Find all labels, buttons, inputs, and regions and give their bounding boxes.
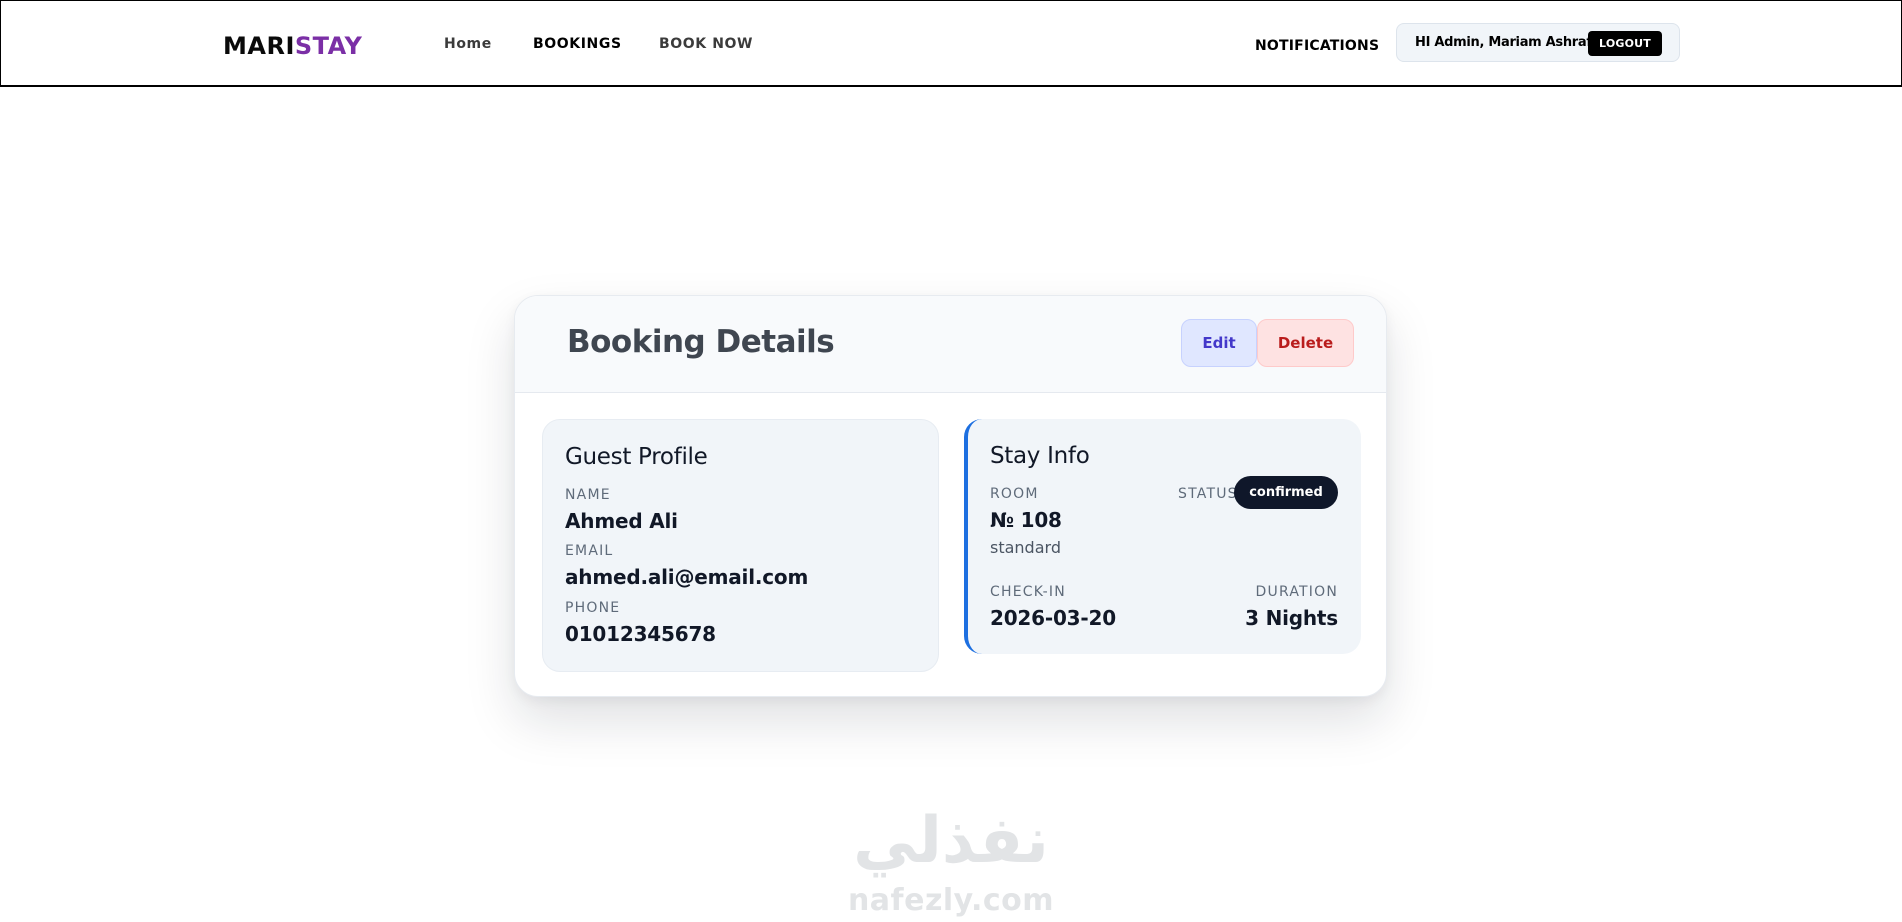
logout-button[interactable]: LOGOUT [1588, 31, 1662, 56]
duration-value: 3 Nights [1245, 606, 1338, 630]
watermark-arabic-text: نفذلي [853, 804, 1049, 878]
user-menu: HI Admin, Mariam Ashraf LOGOUT [1396, 23, 1680, 62]
email-label: EMAIL [565, 543, 614, 559]
name-label: NAME [565, 487, 611, 503]
guest-name: Ahmed Ali [565, 509, 678, 533]
logo-text-stay: STAY [294, 32, 363, 60]
status-badge: confirmed [1234, 476, 1338, 509]
status-label: STATUS [1178, 486, 1238, 502]
nafezly-watermark: نفذلي nafezly.com [843, 806, 1059, 922]
page-title: Booking Details [567, 324, 835, 360]
duration-label: DURATION [1255, 584, 1338, 600]
maristay-logo[interactable]: MARISTAY [223, 31, 362, 61]
nav-notifications-link[interactable]: NOTIFICATIONS [1255, 37, 1379, 55]
guest-phone: 01012345678 [565, 622, 716, 646]
delete-button[interactable]: Delete [1257, 319, 1354, 367]
nav-bookings-link[interactable]: BOOKINGS [533, 35, 622, 53]
edit-button[interactable]: Edit [1181, 319, 1257, 367]
booking-details-card: Booking Details Edit Delete Guest Profil… [514, 295, 1387, 697]
phone-label: PHONE [565, 600, 621, 616]
check-in-label: CHECK-IN [990, 584, 1066, 600]
guest-profile-panel: Guest Profile NAME Ahmed Ali EMAIL ahmed… [542, 419, 939, 672]
room-label: ROOM [990, 486, 1039, 502]
check-in-date: 2026-03-20 [990, 606, 1116, 630]
room-number: № 108 [990, 508, 1062, 532]
guest-email: ahmed.ali@email.com [565, 565, 809, 589]
stay-info-title: Stay Info [990, 443, 1090, 469]
room-type: standard [990, 538, 1061, 557]
nav-book-now-link[interactable]: BOOK NOW [659, 35, 753, 53]
stay-info-panel: Stay Info ROOM № 108 standard STATUS con… [964, 419, 1361, 654]
guest-profile-title: Guest Profile [565, 444, 708, 470]
nav-home-link[interactable]: Home [444, 35, 492, 53]
user-greeting: HI Admin, Mariam Ashraf [1415, 35, 1592, 50]
card-header: Booking Details Edit Delete [515, 296, 1386, 393]
watermark-latin-text: nafezly.com [847, 883, 1055, 918]
logo-text-mari: MARI [223, 32, 295, 60]
top-navbar: MARISTAY Home BOOKINGS BOOK NOW NOTIFICA… [0, 0, 1902, 87]
